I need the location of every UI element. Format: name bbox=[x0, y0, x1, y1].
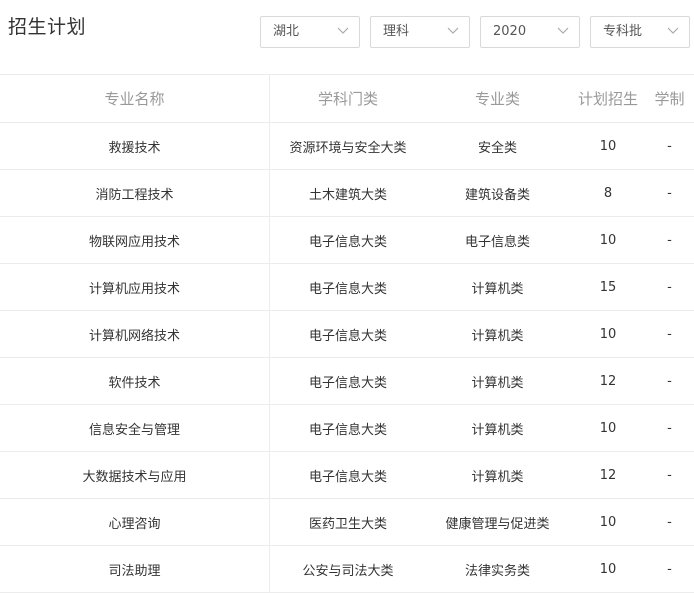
discipline-cell: 医药卫生大类 bbox=[308, 516, 387, 532]
major-name-cell: 软件技术 bbox=[0, 358, 270, 404]
planned-enrollment-cell: 8 bbox=[603, 185, 613, 201]
major-name-cell: 心理咨询 bbox=[0, 499, 270, 545]
table-row: 计算机网络技术 电子信息大类 计算机类 10 - bbox=[0, 311, 694, 358]
duration-cell: - bbox=[667, 373, 672, 389]
major-category-cell: 法律实务类 bbox=[464, 563, 530, 579]
major-category-cell: 安全类 bbox=[477, 140, 517, 156]
page-title: 招生计划 bbox=[8, 16, 87, 38]
planned-enrollment-cell: 12 bbox=[599, 373, 617, 389]
discipline-cell: 电子信息大类 bbox=[308, 234, 387, 250]
discipline-cell: 电子信息大类 bbox=[308, 328, 387, 344]
duration-cell: - bbox=[667, 514, 672, 530]
subject-select-value: 理科 bbox=[383, 24, 410, 39]
duration-cell: - bbox=[667, 138, 672, 154]
header-duration: 学制 bbox=[654, 90, 685, 108]
header-planned-enrollment: 计划招生 bbox=[577, 90, 638, 108]
planned-enrollment-cell: 10 bbox=[599, 326, 617, 342]
table-row: 大数据技术与应用 电子信息大类 计算机类 12 - bbox=[0, 452, 694, 499]
chevron-down-icon bbox=[667, 27, 679, 34]
major-category-cell: 计算机类 bbox=[471, 469, 524, 485]
major-name-cell: 司法助理 bbox=[0, 546, 270, 592]
discipline-cell: 电子信息大类 bbox=[308, 469, 387, 485]
table-row: 消防工程技术 土木建筑大类 建筑设备类 8 - bbox=[0, 170, 694, 217]
subject-select[interactable]: 理科 bbox=[370, 16, 470, 48]
batch-select-value: 专科批 bbox=[603, 24, 643, 39]
major-name-cell: 救援技术 bbox=[0, 123, 270, 169]
major-name-cell: 计算机网络技术 bbox=[0, 311, 270, 357]
duration-cell: - bbox=[667, 185, 672, 201]
duration-cell: - bbox=[667, 279, 672, 295]
table-row: 救援技术 资源环境与安全大类 安全类 10 - bbox=[0, 123, 694, 170]
major-name-cell: 消防工程技术 bbox=[0, 170, 270, 216]
header-major-category: 专业类 bbox=[474, 90, 520, 108]
table-row: 司法助理 公安与司法大类 法律实务类 10 - bbox=[0, 546, 694, 593]
planned-enrollment-cell: 15 bbox=[599, 279, 617, 295]
major-name-cell: 信息安全与管理 bbox=[0, 405, 270, 451]
chevron-down-icon bbox=[557, 27, 569, 34]
header-major-name: 专业名称 bbox=[0, 75, 270, 122]
batch-select[interactable]: 专科批 bbox=[590, 16, 690, 48]
major-name-cell: 大数据技术与应用 bbox=[0, 452, 270, 498]
planned-enrollment-cell: 10 bbox=[599, 561, 617, 577]
planned-enrollment-cell: 10 bbox=[599, 420, 617, 436]
major-category-cell: 计算机类 bbox=[471, 375, 524, 391]
planned-enrollment-cell: 12 bbox=[599, 467, 617, 483]
major-name-cell: 计算机应用技术 bbox=[0, 264, 270, 310]
planned-enrollment-cell: 10 bbox=[599, 138, 617, 154]
discipline-cell: 电子信息大类 bbox=[308, 375, 387, 391]
major-category-cell: 计算机类 bbox=[471, 422, 524, 438]
planned-enrollment-cell: 10 bbox=[599, 514, 617, 530]
discipline-cell: 公安与司法大类 bbox=[302, 563, 394, 579]
major-category-cell: 电子信息类 bbox=[464, 234, 530, 250]
duration-cell: - bbox=[667, 326, 672, 342]
province-select-value: 湖北 bbox=[273, 24, 300, 39]
chevron-down-icon bbox=[337, 27, 349, 34]
table-row: 物联网应用技术 电子信息大类 电子信息类 10 - bbox=[0, 217, 694, 264]
duration-cell: - bbox=[667, 420, 672, 436]
table-row: 软件技术 电子信息大类 计算机类 12 - bbox=[0, 358, 694, 405]
discipline-cell: 电子信息大类 bbox=[308, 422, 387, 438]
table-row: 计算机应用技术 电子信息大类 计算机类 15 - bbox=[0, 264, 694, 311]
province-select[interactable]: 湖北 bbox=[260, 16, 360, 48]
major-name-cell: 物联网应用技术 bbox=[0, 217, 270, 263]
table-row: 信息安全与管理 电子信息大类 计算机类 10 - bbox=[0, 405, 694, 452]
major-category-cell: 计算机类 bbox=[471, 328, 524, 344]
year-select-value: 2020 bbox=[493, 24, 527, 39]
planned-enrollment-cell: 10 bbox=[599, 232, 617, 248]
chevron-down-icon bbox=[447, 27, 459, 34]
table-row: 心理咨询 医药卫生大类 健康管理与促进类 10 - bbox=[0, 499, 694, 546]
duration-cell: - bbox=[667, 232, 672, 248]
major-category-cell: 健康管理与促进类 bbox=[445, 516, 550, 532]
major-category-cell: 建筑设备类 bbox=[464, 187, 530, 203]
discipline-cell: 电子信息大类 bbox=[308, 281, 387, 297]
header-discipline: 学科门类 bbox=[317, 90, 378, 108]
enrollment-plan-table: 专业名称 学科门类 专业类 计划招生 学制 救援技术 资源环境与安全大类 安全类 10… bbox=[0, 74, 694, 593]
duration-cell: - bbox=[667, 467, 672, 483]
year-select[interactable]: 2020 bbox=[480, 16, 580, 48]
discipline-cell: 资源环境与安全大类 bbox=[289, 140, 407, 156]
discipline-cell: 土木建筑大类 bbox=[308, 187, 387, 203]
duration-cell: - bbox=[667, 561, 672, 577]
table-header-row: 专业名称 学科门类 专业类 计划招生 学制 bbox=[0, 75, 694, 123]
major-category-cell: 计算机类 bbox=[471, 281, 524, 297]
